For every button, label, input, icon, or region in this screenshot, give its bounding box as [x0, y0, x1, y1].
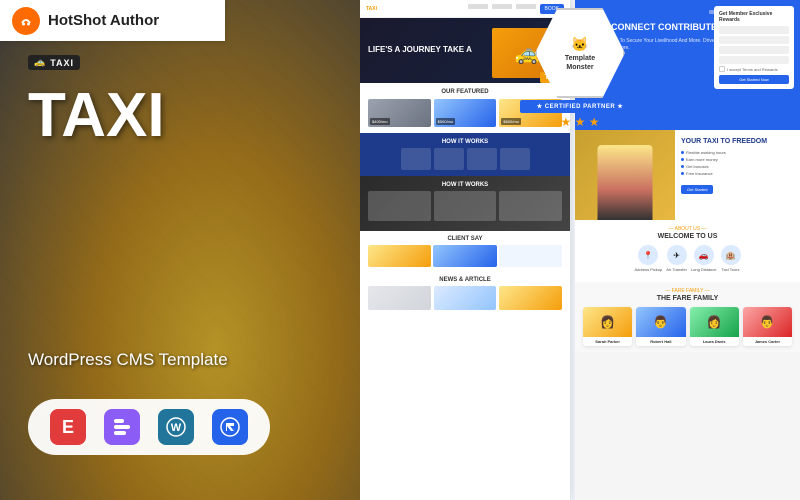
preview-how-step-2 — [434, 148, 464, 170]
preview-how-works-2: HOW IT WORKS — [360, 176, 570, 231]
fare-card-robert: 👨 Robert Hall — [636, 307, 685, 346]
fare-card-james: 👨 James Carter — [743, 307, 792, 346]
client-card-2 — [433, 245, 496, 267]
elementor-icon: E — [50, 409, 86, 445]
preview-how-works-1: HOW IT WORKS — [360, 133, 570, 176]
preview-hero-text: LIFE'S A JOURNEY TAKE A — [368, 45, 472, 55]
freedom-item-3: Get bonuses — [681, 164, 794, 169]
header-bar: HotShot Author — [0, 0, 225, 41]
freedom-text-block: YOUR TAXI TO FREEDOM Flexible working ho… — [675, 130, 800, 220]
welcome-icon-long: 🚗 Long Distance — [691, 245, 717, 272]
freedom-item-1: Flexible working hours — [681, 150, 794, 155]
freedom-items-list: Flexible working hours Earn more money G… — [681, 150, 794, 176]
freedom-item-2: Earn more money — [681, 157, 794, 162]
fare-card-sarah: 👩 Sarah Parker — [583, 307, 632, 346]
preview-news-section: NEWS & ARTICLE — [360, 272, 570, 315]
wordpress-description: WordPress CMS Template — [28, 350, 228, 370]
left-panel: 🚕 TAXI TAXI WordPress CMS Template E W — [0, 0, 360, 500]
client-card-1 — [368, 245, 431, 267]
preview-how2-step-2 — [434, 191, 497, 221]
preview-news-items — [368, 286, 562, 310]
preview-right-fare: — FARE FAMILY — THE FARE FAMILY 👩 Sarah … — [575, 282, 800, 352]
logo-text: HotShot Author — [48, 12, 159, 29]
wordpress-icon: W — [158, 409, 194, 445]
tm-name-line1: Template — [565, 55, 595, 62]
logo-icon — [12, 7, 40, 35]
freedom-image — [575, 130, 675, 220]
preview-clients-cards — [368, 245, 562, 267]
client-card-3 — [499, 245, 562, 267]
preview-how-step-1 — [401, 148, 431, 170]
preview-how-title-2: HOW IT WORKS — [368, 182, 562, 188]
preview-news-item-1 — [368, 286, 431, 310]
form-field-username — [719, 26, 789, 34]
nav-item — [492, 4, 512, 9]
welcome-icon-address: 📍 Address Pickup — [634, 245, 662, 272]
certified-banner: ★ CERTIFIED PARTNER ★ — [520, 100, 640, 113]
form-field-extra — [719, 56, 789, 64]
tm-stars: ★ ★ ★ — [520, 115, 640, 129]
form-field-password — [719, 46, 789, 54]
taxi-small-badge: 🚕 TAXI — [28, 55, 80, 70]
preview-news-item-2 — [434, 286, 497, 310]
welcome-icon-tours: 🏨 Taxi Tours — [721, 245, 741, 272]
preview-right-freedom: YOUR TAXI TO FREEDOM Flexible working ho… — [575, 130, 800, 220]
revolution-slider-icon — [212, 409, 248, 445]
tm-name-line2: Monster — [566, 64, 593, 71]
form-field-email — [719, 36, 789, 44]
preview-how2-items — [368, 191, 562, 221]
freedom-item-4: Free insurance — [681, 171, 794, 176]
preview-how-items-1 — [368, 148, 562, 170]
preview-clients-title: CLIENT SAY — [368, 236, 562, 242]
preview-how2-step-3 — [499, 191, 562, 221]
fare-title: THE FARE FAMILY — [583, 295, 792, 302]
preview-right-form: Get Member Exclusive Rewards I accept Te… — [714, 6, 794, 89]
template-monster-badge: 🐱 Template Monster ★ CERTIFIED PARTNER ★… — [520, 8, 640, 129]
preview-how-step-4 — [500, 148, 530, 170]
welcome-title: WELCOME TO US — [583, 233, 792, 240]
form-submit-btn[interactable]: Get Started Now — [719, 75, 789, 84]
welcome-icon-air: ✈ Air Transfer — [666, 245, 687, 272]
svg-text:W: W — [171, 422, 182, 434]
taxi-big-text: TAXI — [28, 85, 165, 147]
preview-how-step-3 — [467, 148, 497, 170]
ufe-icon — [104, 409, 140, 445]
preview-how-title-1: HOW IT WORKS — [368, 139, 562, 145]
welcome-icons-row: 📍 Address Pickup ✈ Air Transfer 🚗 Long D… — [583, 245, 792, 272]
plugin-icons-row: E W — [28, 399, 270, 455]
taxi-label-small: 🚕 TAXI — [28, 55, 80, 70]
right-panel: 🐱 Template Monster ★ CERTIFIED PARTNER ★… — [360, 0, 800, 500]
preview-news-item-3 — [499, 286, 562, 310]
preview-brand: TAXI — [366, 6, 377, 12]
preview-card-2: $500/mo — [434, 99, 497, 127]
freedom-cta-btn[interactable]: Get Started — [681, 185, 713, 194]
fare-card-laura: 👩 Laura Davis — [690, 307, 739, 346]
preview-how2-step-1 — [368, 191, 431, 221]
preview-clients-section: CLIENT SAY — [360, 231, 570, 272]
freedom-title: YOUR TAXI TO FREEDOM — [681, 138, 794, 146]
preview-right-welcome: — ABOUT US — WELCOME TO US 📍 Address Pic… — [575, 220, 800, 282]
fare-cards-row: 👩 Sarah Parker 👨 Robert Hall 👩 Laura Dav… — [583, 307, 792, 346]
nav-item — [468, 4, 488, 9]
form-title: Get Member Exclusive Rewards — [719, 11, 789, 23]
preview-card-1: $400/mo — [368, 99, 431, 127]
preview-news-title: NEWS & ARTICLE — [368, 277, 562, 283]
